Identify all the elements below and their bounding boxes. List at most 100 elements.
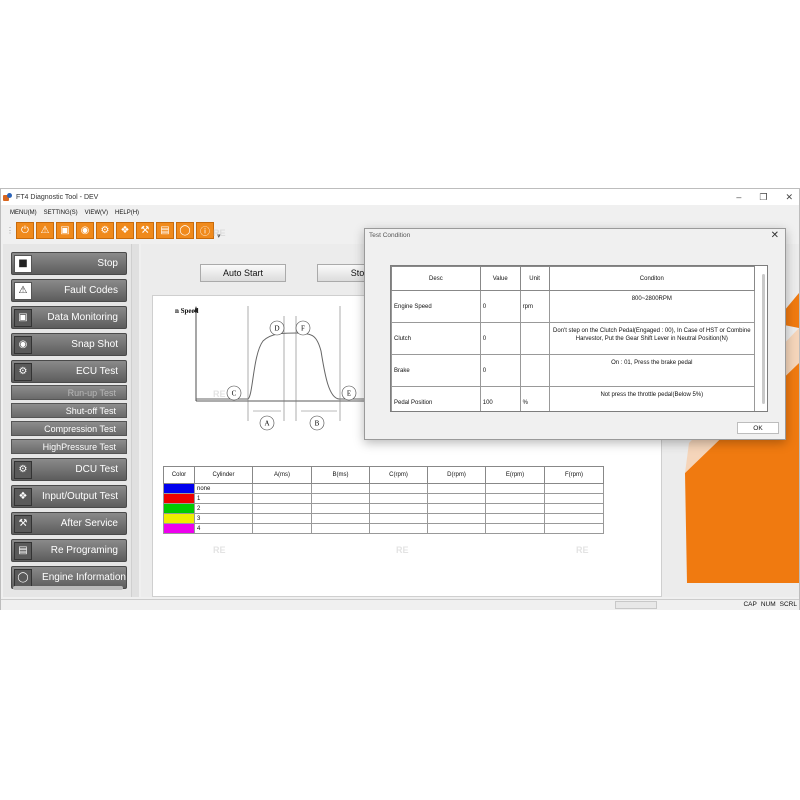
app-logo-icon [3,192,13,202]
label-e: E [347,390,351,398]
stop-button[interactable]: ■ Stop [11,252,127,275]
menu-item-view[interactable]: VIEW(V) [85,210,108,216]
cylinder-cell: 3 [194,513,253,524]
num-lock-indicator: NUM [760,601,776,608]
io-icon: ❖ [14,487,32,506]
data-monitoring-label: Data Monitoring [47,312,118,323]
ok-button[interactable]: OK [737,422,779,434]
unit-cell [519,322,550,355]
label-b: B [315,420,320,428]
close-icon[interactable]: ✕ [785,192,793,203]
cylinder-cell: 4 [194,523,253,534]
results-table-header: Color Cylinder A(ms) B(ms) C(rpm) D(rpm)… [163,466,604,484]
color-swatch [163,503,195,514]
table-row[interactable]: 4 [163,523,604,534]
desc-cell: Clutch [391,322,481,355]
engine-info-icon[interactable]: ◯ [176,221,194,239]
compression-test-button[interactable]: Compression Test [11,421,127,436]
color-swatch [163,523,195,534]
caps-lock-indicator: CAP [743,601,757,608]
header-desc: Desc [391,266,481,291]
wrench-icon[interactable]: ⚒ [136,221,154,239]
warning-icon[interactable]: ⚠ [36,221,54,239]
dcu-test-label: DCU Test [75,464,118,475]
table-row[interactable]: 1 [163,493,604,504]
info-icon[interactable]: ⓘ [196,221,214,239]
label-a: A [264,420,269,428]
sidebar-scrollbar[interactable] [13,586,123,590]
run-up-test-button[interactable]: Run-up Test [11,385,127,400]
power-icon[interactable]: ⏻ [16,221,34,239]
dialog-close-icon[interactable]: ✕ [771,230,779,241]
monitor-icon[interactable]: ▣ [56,221,74,239]
after-service-button[interactable]: ⚒ After Service [11,512,127,535]
window-title: FT4 Diagnostic Tool - DEV [16,193,99,201]
condition-table: Desc Value Unit Conditon Engine Speed 0 … [391,266,756,411]
watermark: RE [213,389,226,399]
io-test-button[interactable]: ❖ Input/Output Test [11,485,127,508]
maximize-icon[interactable]: ❐ [759,192,767,203]
status-progress-box [615,601,657,609]
wrench-icon: ⚒ [14,514,32,533]
ecu-icon[interactable]: ⚙ [96,221,114,239]
cylinder-cell: none [194,483,253,494]
stop-icon: ■ [14,254,32,273]
reprogram-icon: ▤ [14,541,32,560]
table-row[interactable]: Pedal Position 100 % Not press the throt… [391,386,756,411]
menu-bar: MENU(M) SETTING(S) VIEW(V) HELP(H) [1,207,139,219]
menu-item-menu[interactable]: MENU(M) [10,210,37,216]
scroll-lock-indicator: SCRL [779,601,797,608]
table-row[interactable]: Engine Speed 0 rpm 800~2800RPM [391,290,756,323]
value-cell: 0 [479,290,521,323]
value-cell: 0 [479,354,521,387]
stop-button-label: Stop [97,258,118,269]
io-icon[interactable]: ❖ [116,221,134,239]
table-row[interactable]: 2 [163,503,604,514]
re-programing-button[interactable]: ▤ Re Programing [11,539,127,562]
minimize-icon[interactable]: – [736,192,741,202]
unit-cell: rpm [519,290,550,323]
fault-codes-button[interactable]: ⚠ Fault Codes [11,279,127,302]
watermark: RE [213,228,226,238]
status-indicators: CAP NUM SCRL [743,601,797,608]
value-cell: 0 [479,322,521,355]
main-scrollbar[interactable] [131,244,139,597]
menu-item-setting[interactable]: SETTING(S) [44,210,78,216]
header-c: C(rpm) [369,466,428,484]
color-swatch [163,513,195,524]
table-row[interactable]: 3 [163,513,604,524]
label-d: D [274,325,279,333]
table-row[interactable]: Clutch 0 Don't step on the Clutch Pedal(… [391,322,756,355]
header-color: Color [163,466,195,484]
desc-cell: Engine Speed [391,290,481,323]
toolbar-grip[interactable]: ⋮ [6,226,14,235]
after-service-label: After Service [60,518,118,529]
color-swatch [163,493,195,504]
header-f: F(rpm) [544,466,604,484]
table-row[interactable]: none [163,483,604,494]
ecu-test-label: ECU Test [75,366,118,377]
data-monitoring-button[interactable]: ▣ Data Monitoring [11,306,127,329]
desc-cell: Brake [391,354,481,387]
auto-start-button[interactable]: Auto Start [200,264,286,282]
camera-icon[interactable]: ◉ [76,221,94,239]
unit-cell [519,354,550,387]
condition-table-container: Desc Value Unit Conditon Engine Speed 0 … [390,265,768,412]
menu-item-help[interactable]: HELP(H) [115,210,139,216]
dcu-test-button[interactable]: ⚙ DCU Test [11,458,127,481]
snap-shot-button[interactable]: ◉ Snap Shot [11,333,127,356]
value-cell: 100 [479,386,521,411]
dialog-title: Test Condition [369,232,411,239]
table-row[interactable]: Brake 0 On : 01, Press the brake pedal [391,354,756,387]
highpressure-test-button[interactable]: HighPressure Test [11,439,127,454]
shut-off-test-button[interactable]: Shut-off Test [11,403,127,418]
label-c: C [232,390,237,398]
ecu-icon: ⚙ [14,362,32,381]
reprogram-icon[interactable]: ▤ [156,221,174,239]
condition-cell: Don't step on the Clutch Pedal(Engaged :… [548,322,756,355]
dialog-scrollbar[interactable] [762,274,765,404]
header-e: E(rpm) [485,466,545,484]
ecu-test-button[interactable]: ⚙ ECU Test [11,360,127,383]
header-condition: Conditon [548,266,756,291]
camera-icon: ◉ [14,335,32,354]
